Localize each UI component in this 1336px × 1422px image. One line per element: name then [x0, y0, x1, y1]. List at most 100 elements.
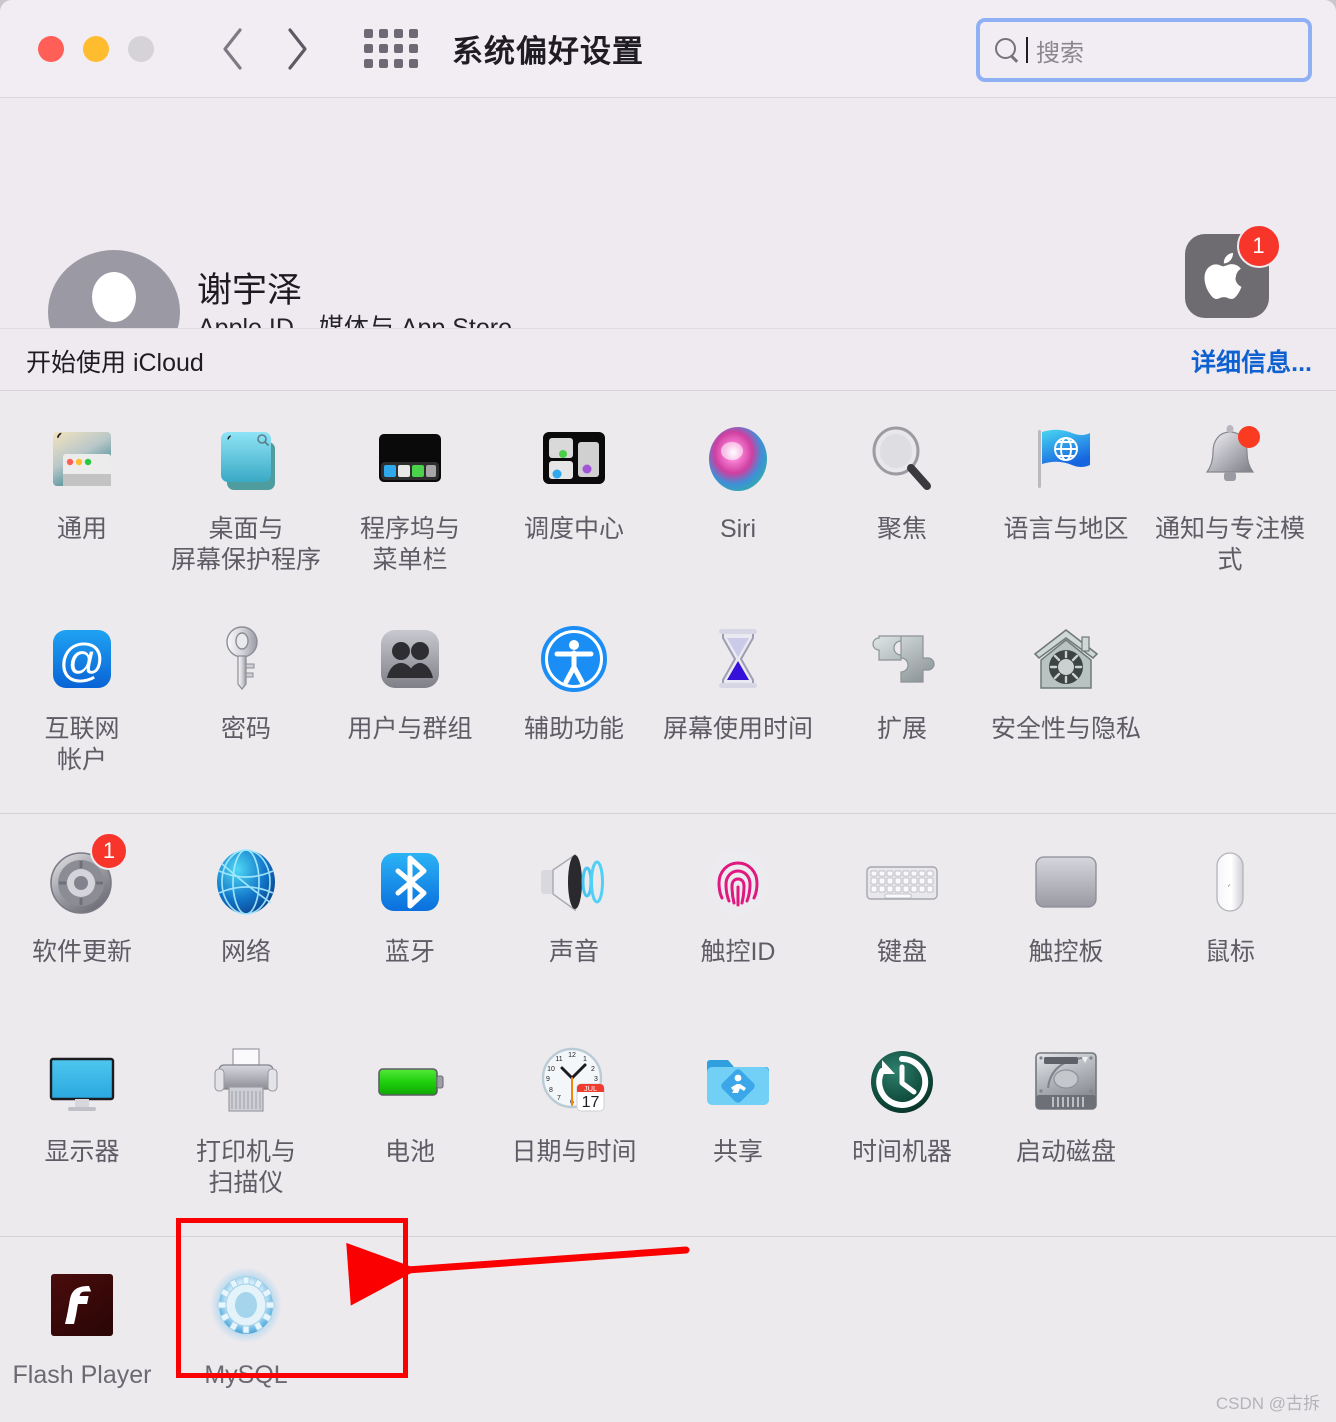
page-title: 系统偏好设置 — [452, 34, 644, 69]
apple-id-notification-badge: 1 — [1236, 224, 1281, 268]
pref-accessibility[interactable]: 辅助功能 — [492, 603, 656, 803]
flash-player-icon — [40, 1263, 124, 1347]
preferences-row: 1 软件更新 网络 蓝牙 声音 触控ID 键盘 触控板 鼠标 — [0, 826, 1336, 1026]
preferences-group-third-party: Flash Player MySQL — [0, 1236, 1336, 1422]
pref-label: 蓝牙 — [384, 938, 435, 966]
extensions-puzzle-icon — [860, 617, 944, 701]
zoom-window-button[interactable] — [128, 35, 154, 62]
software-update-badge: 1 — [90, 832, 128, 870]
mouse-icon — [1188, 840, 1272, 924]
pref-label: 安全性与隐私 — [990, 715, 1141, 743]
pref-sharing[interactable]: 共享 — [656, 1026, 820, 1226]
pref-label: 电池 — [384, 1138, 435, 1166]
pref-label: 语言与地区 — [1003, 515, 1129, 543]
pref-label: 鼠标 — [1204, 938, 1255, 966]
pref-security-privacy[interactable]: 安全性与隐私 — [984, 603, 1148, 803]
pref-language-region[interactable]: 语言与地区 — [984, 403, 1148, 603]
pref-label: 屏幕使用时间 — [662, 715, 813, 743]
pref-screen-time[interactable]: 屏幕使用时间 — [656, 603, 820, 803]
minimize-window-button[interactable] — [83, 35, 109, 62]
forward-chevron-icon[interactable] — [274, 23, 320, 75]
pref-siri[interactable]: Siri — [656, 403, 820, 603]
svg-text:2: 2 — [591, 1066, 595, 1073]
svg-text:9: 9 — [546, 1076, 550, 1083]
pref-spotlight[interactable]: 聚焦 — [820, 403, 984, 603]
pref-label: 通知与专注模式 — [1154, 515, 1305, 574]
pref-dock-menubar[interactable]: 程序坞与 菜单栏 — [328, 403, 492, 603]
pref-date-time[interactable]: 1212 345 678 91011 JUL 17 — [492, 1026, 656, 1226]
icloud-details-link[interactable]: 详细信息... — [1191, 343, 1312, 379]
traffic-light-buttons — [38, 35, 154, 62]
preferences-row: Flash Player MySQL — [0, 1249, 1336, 1422]
pref-battery[interactable]: 电池 — [328, 1026, 492, 1226]
pref-printers-scanners[interactable]: 打印机与 扫描仪 — [164, 1026, 328, 1226]
pref-mysql[interactable]: MySQL — [164, 1249, 328, 1422]
watermark: CSDN @古拆 — [1215, 1394, 1320, 1413]
search-placeholder: 搜索 — [1036, 39, 1084, 67]
preferences-group-hardware: 1 软件更新 网络 蓝牙 声音 触控ID 键盘 触控板 鼠标 显示器 打印机与 … — [0, 813, 1336, 1236]
time-machine-icon — [860, 1040, 944, 1124]
pref-label: 通用 — [56, 515, 107, 543]
security-privacy-icon — [1024, 617, 1108, 701]
notifications-focus-icon — [1188, 417, 1272, 501]
pref-displays[interactable]: 显示器 — [0, 1026, 164, 1226]
sharing-folder-icon — [696, 1040, 780, 1124]
desktop-screensaver-icon — [204, 417, 288, 501]
language-region-icon — [1024, 417, 1108, 501]
pref-software-update[interactable]: 1 软件更新 — [0, 826, 164, 1026]
svg-text:12: 12 — [568, 1052, 576, 1059]
pref-label: 显示器 — [44, 1138, 120, 1166]
pref-label: 调度中心 — [523, 515, 624, 543]
mission-control-icon — [532, 417, 616, 501]
pref-label: 声音 — [548, 938, 599, 966]
pref-startup-disk[interactable]: 启动磁盘 — [984, 1026, 1148, 1226]
pref-keyboard[interactable]: 键盘 — [820, 826, 984, 1026]
apple-id-header[interactable]: 谢宇泽 Apple ID、媒体与 App Store 1 Apple ID — [0, 98, 1336, 374]
pref-bluetooth[interactable]: 蓝牙 — [328, 826, 492, 1026]
close-window-button[interactable] — [38, 35, 64, 62]
account-name: 谢宇泽 — [197, 271, 303, 310]
pref-general[interactable]: 通用 — [0, 403, 164, 603]
general-icon — [40, 417, 124, 501]
search-field-inner[interactable]: 搜索 — [994, 22, 1294, 78]
window-titlebar: 系统偏好设置 搜索 — [0, 0, 1336, 98]
pref-label: MySQL — [204, 1361, 288, 1389]
bluetooth-icon — [368, 840, 452, 924]
printers-scanners-icon — [204, 1040, 288, 1124]
pref-mouse[interactable]: 鼠标 — [1148, 826, 1312, 1026]
pref-flash-player[interactable]: Flash Player — [0, 1249, 164, 1422]
pref-internet-accounts[interactable]: @ 互联网 帐户 — [0, 603, 164, 803]
pref-mission-control[interactable]: 调度中心 — [492, 403, 656, 603]
svg-text:11: 11 — [555, 1056, 562, 1063]
pref-label: 共享 — [712, 1138, 763, 1166]
pref-notifications-focus[interactable]: 通知与专注模式 — [1148, 403, 1312, 603]
date-time-icon: 1212 345 678 91011 JUL 17 — [532, 1040, 616, 1124]
siri-icon — [696, 417, 780, 501]
pref-empty-slot — [1148, 603, 1312, 803]
pref-label: 启动磁盘 — [1015, 1138, 1116, 1166]
preferences-row: 显示器 打印机与 扫描仪 电池 12 1 2 3 7 8 9 10 11 JUL… — [0, 1026, 1336, 1226]
pref-desktop-screensaver[interactable]: 桌面与 屏幕保护程序 — [164, 403, 328, 603]
pref-label: 桌面与 屏幕保护程序 — [170, 515, 321, 574]
accessibility-icon — [532, 617, 616, 701]
passwords-key-icon — [204, 617, 288, 701]
pref-sound[interactable]: 声音 — [492, 826, 656, 1026]
svg-text:8: 8 — [549, 1087, 553, 1094]
pref-label: 互联网 帐户 — [44, 715, 120, 774]
pref-time-machine[interactable]: 时间机器 — [820, 1026, 984, 1226]
pref-label: 日期与时间 — [511, 1138, 637, 1166]
pref-users-groups[interactable]: 用户与群组 — [328, 603, 492, 803]
pref-extensions[interactable]: 扩展 — [820, 603, 984, 803]
pref-network[interactable]: 网络 — [164, 826, 328, 1026]
pref-label: 网络 — [220, 938, 271, 966]
network-globe-icon — [204, 840, 288, 924]
back-chevron-icon[interactable] — [210, 23, 256, 75]
pref-touch-id[interactable]: 触控ID — [656, 826, 820, 1026]
pref-label: 时间机器 — [851, 1138, 952, 1166]
show-all-grid-icon[interactable] — [364, 29, 418, 68]
pref-trackpad[interactable]: 触控板 — [984, 826, 1148, 1026]
pref-label: 触控ID — [700, 938, 776, 966]
pref-passwords[interactable]: 密码 — [164, 603, 328, 803]
search-field[interactable]: 搜索 — [976, 18, 1312, 82]
chevron-right-icon — [288, 27, 307, 70]
